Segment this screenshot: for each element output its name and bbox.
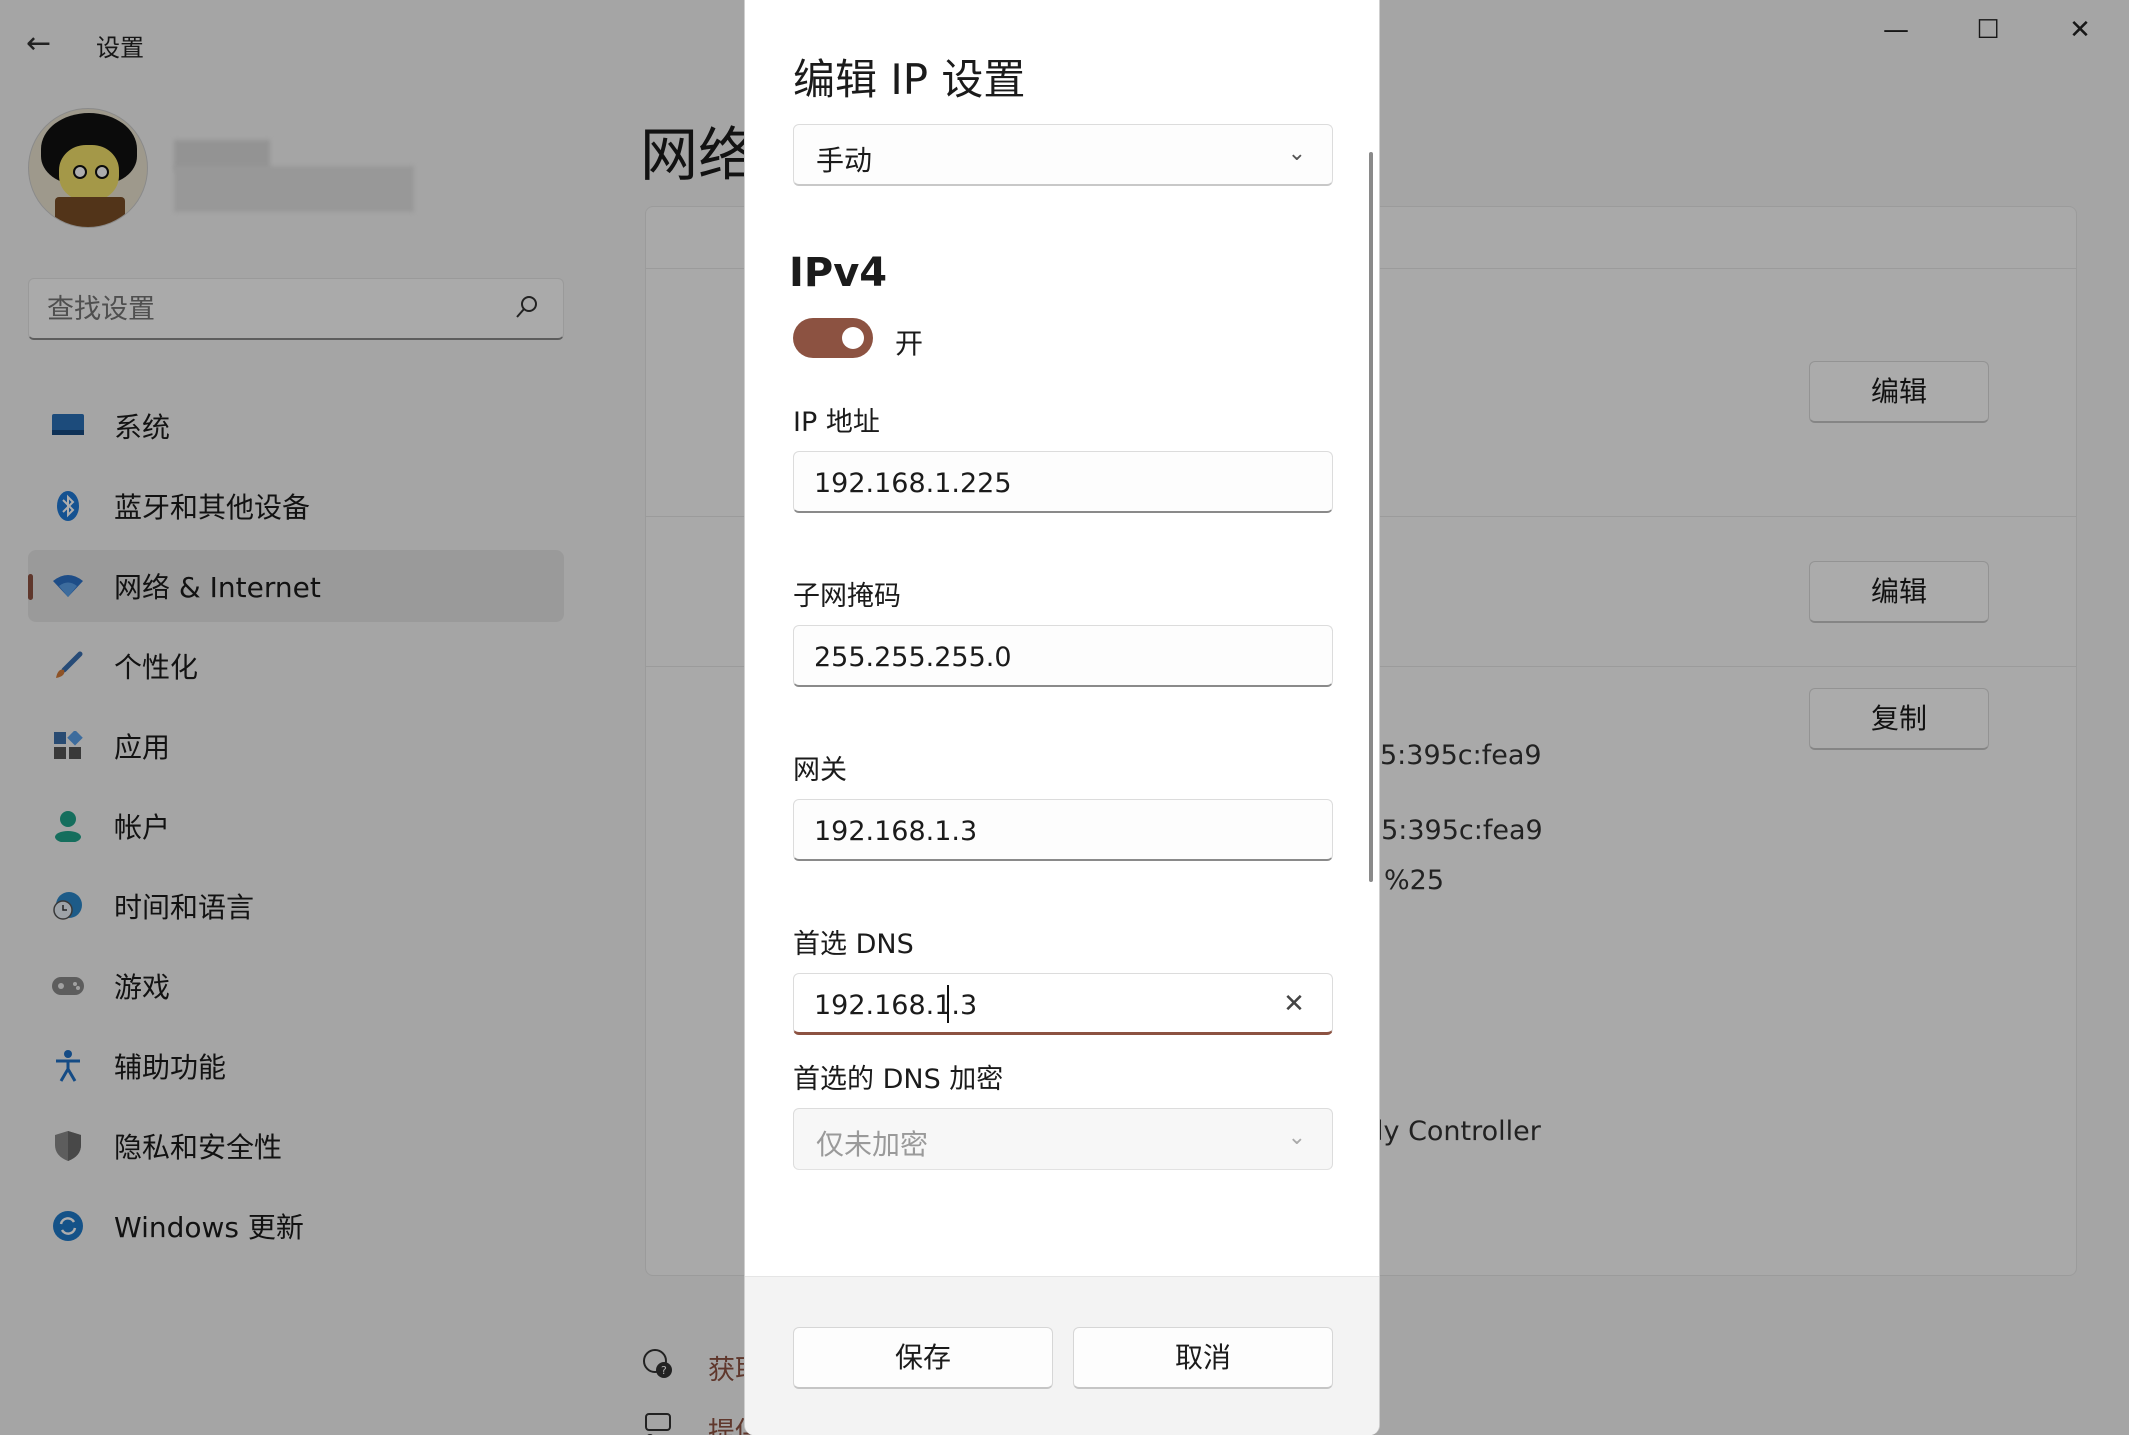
subnet-mask-field[interactable] xyxy=(793,625,1333,687)
preferred-dns-label: 首选 DNS xyxy=(793,929,914,960)
ip-address-label: IP 地址 xyxy=(793,407,880,438)
ip-address-field[interactable] xyxy=(793,451,1333,513)
cancel-button[interactable]: 取消 xyxy=(1073,1327,1333,1389)
subnet-mask-label: 子网掩码 xyxy=(793,581,901,612)
subnet-mask-input[interactable] xyxy=(814,638,1274,676)
dns-encryption-value: 仅未加密 xyxy=(816,1128,929,1161)
clear-icon[interactable]: ✕ xyxy=(1276,986,1312,1022)
gateway-field[interactable] xyxy=(793,799,1333,861)
dialog-footer: 保存 取消 xyxy=(745,1276,1379,1435)
ip-mode-dropdown[interactable]: 手动 ⌄ xyxy=(793,124,1333,186)
text-caret xyxy=(947,985,949,1023)
ipv4-toggle-label: 开 xyxy=(895,327,924,360)
ip-mode-value: 手动 xyxy=(816,144,873,177)
ip-address-input[interactable] xyxy=(814,464,1274,502)
edit-ip-dialog: 编辑 IP 设置 手动 ⌄ IPv4 开 IP 地址 子网掩码 网关 首选 DN… xyxy=(744,0,1380,1435)
gateway-label: 网关 xyxy=(793,755,847,786)
preferred-dns-field[interactable]: ✕ xyxy=(793,973,1333,1035)
chevron-down-icon: ⌄ xyxy=(1287,1125,1306,1150)
dialog-scrollbar[interactable] xyxy=(1369,152,1373,882)
gateway-input[interactable] xyxy=(814,812,1274,850)
chevron-down-icon: ⌄ xyxy=(1287,141,1306,166)
dialog-title: 编辑 IP 设置 xyxy=(793,55,1026,104)
dns-encryption-label: 首选的 DNS 加密 xyxy=(793,1064,1004,1095)
save-button[interactable]: 保存 xyxy=(793,1327,1053,1389)
dns-encryption-dropdown[interactable]: 仅未加密 ⌄ xyxy=(793,1108,1333,1170)
ipv4-heading: IPv4 xyxy=(789,250,888,296)
preferred-dns-input[interactable] xyxy=(814,986,1274,1024)
ipv4-toggle[interactable] xyxy=(793,318,873,358)
